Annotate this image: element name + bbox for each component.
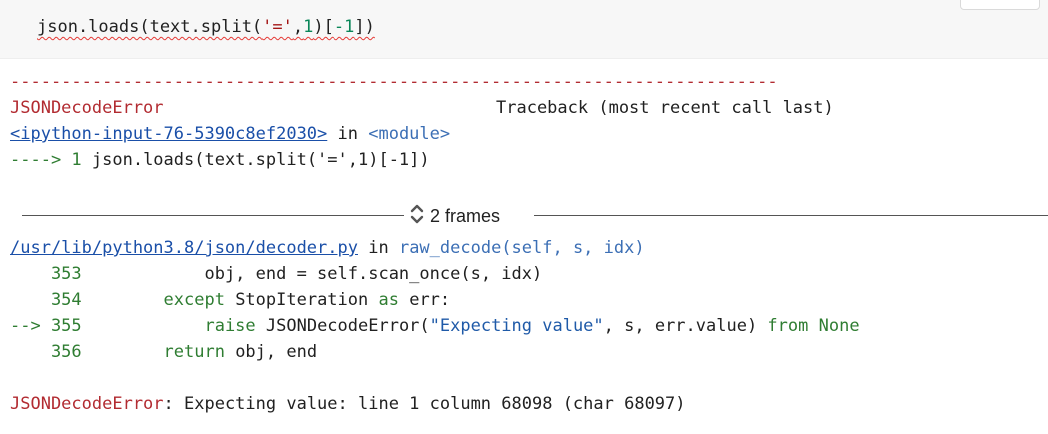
traceback-input-line: <ipython-input-76-5390c8ef2030> in <modu… [10,121,450,147]
frames-divider-line-right [534,215,1048,216]
arrow-line-code: json.loads(text.split('=',1)[-1]) [91,150,430,170]
source-line-353: 353 obj, end = self.scan_once(s, idx) [10,261,542,287]
line-number-355: --> 355 [10,316,82,336]
raise-message-string: "Expecting value" [429,316,604,336]
line-number-354: 354 [10,290,82,310]
code-text-prefix: json.loads(text.split( [37,17,263,37]
raise-args: , s, err.value) [603,316,768,336]
return-values: obj, end [224,342,318,362]
traceback-arrow-line: ----> 1 json.loads(text.split('=',1)[-1]… [10,147,430,173]
code-index-literal: -1 [333,17,355,37]
traceback-error-name: JSONDecodeError [10,98,164,118]
code-text-suffix: ]) [354,17,375,37]
source-line-355: --> 355 raise JSONDecodeError("Expecting… [10,313,860,339]
code-text-bracket: )[ [313,17,334,37]
function-signature: raw_decode(self, s, idx) [398,238,645,258]
keyword-from: from [767,316,809,336]
final-error-message: : Expecting value: line 1 column 68098 (… [163,394,686,414]
traceback-header: JSONDecodeError Traceback (most recent ca… [10,95,834,121]
notebook-output-area: ⋯ json.loads(text.split('=',1)[-1]) ----… [0,0,1048,434]
ipython-input-link[interactable]: <ipython-input-76-5390c8ef2030> [10,124,327,144]
cell-toolbar-widget[interactable]: ⋯ [960,0,1040,10]
frames-label: 2 frames [430,205,501,226]
final-error-name: JSONDecodeError [10,394,164,414]
line-number-356: 356 [10,342,82,362]
code-number-literal: 1 [303,17,314,37]
code-string-literal: '=' [262,17,293,37]
keyword-except: except [81,290,225,310]
traceback-separator: ----------------------------------------… [10,72,778,92]
exception-name: StopIteration [224,290,379,310]
keyword-none: None [808,316,860,336]
source-line-354: 354 except StopIteration as err: [10,287,450,313]
raise-call: JSONDecodeError( [255,316,430,336]
keyword-as: as [378,290,399,310]
final-error-line: JSONDecodeError: Expecting value: line 1… [10,391,686,417]
in-word: in [327,124,369,144]
frames-divider-line-left [22,215,404,216]
traceback-header-right: Traceback (most recent call last) [496,98,834,118]
arrow-marker: ----> 1 [10,150,92,170]
line-number-353: 353 [10,264,82,284]
err-var: err: [398,290,451,310]
source-line-356: 356 return obj, end [10,339,317,365]
code-cell-source[interactable]: json.loads(text.split('=',1)[-1]) [37,14,375,40]
code-cell[interactable]: ⋯ json.loads(text.split('=',1)[-1]) [0,0,1048,59]
cell-toolbar-glyph: ⋯ [1009,0,1019,3]
traceback-file-line: /usr/lib/python3.8/json/decoder.py in ra… [10,235,645,261]
frames-divider: 2 frames [22,202,1048,230]
code-text-comma: , [292,17,304,37]
module-name: <module> [368,124,451,144]
chevron-up-down-icon [410,202,424,230]
decoder-file-link[interactable]: /usr/lib/python3.8/json/decoder.py [10,238,358,258]
keyword-return: return [81,342,225,362]
keyword-raise: raise [81,316,256,336]
frames-toggle-button[interactable]: 2 frames [410,202,500,230]
in-word-2: in [358,238,399,258]
source-code-353: obj, end = self.scan_once(s, idx) [81,264,543,284]
